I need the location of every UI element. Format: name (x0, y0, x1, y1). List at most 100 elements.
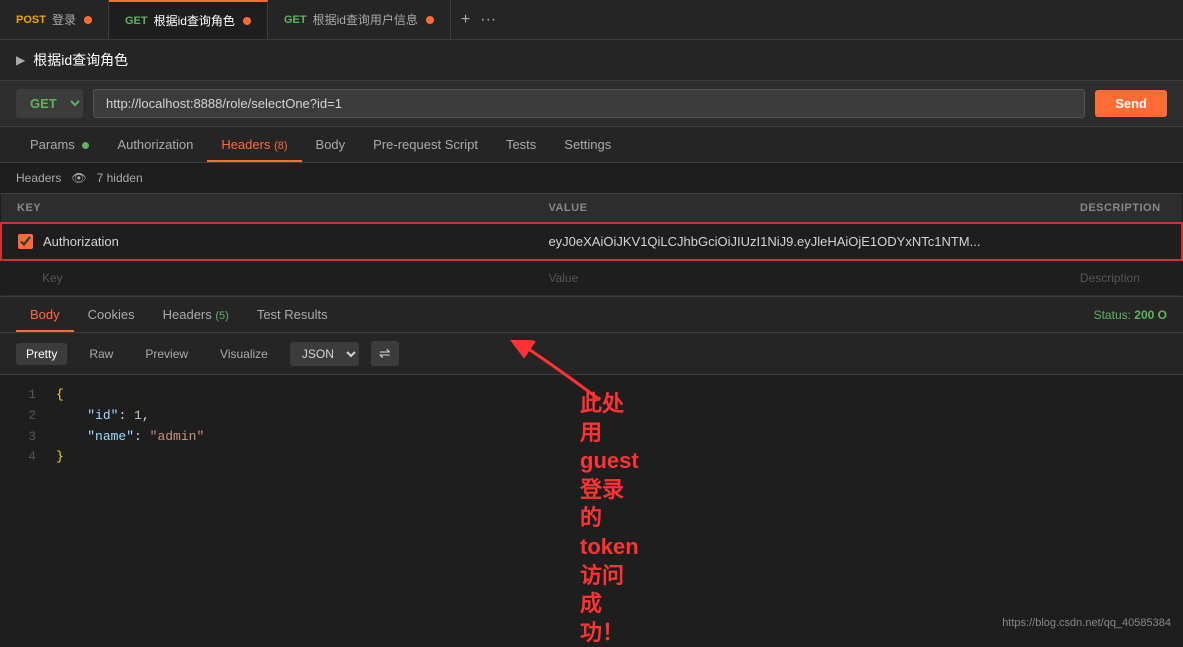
response-body-label: Body (30, 307, 60, 322)
tab-actions: + ··· (451, 11, 506, 29)
response-status: Status: 200 O (1094, 308, 1167, 322)
tab-pre-request[interactable]: Pre-request Script (359, 127, 492, 162)
auth-value-text: eyJ0eXAiOiJKV1QiLCJhbGciOiJIUzI1NiJ9.eyJ… (548, 234, 980, 249)
chevron-right-icon: ▶ (16, 53, 25, 67)
table-header-row: KEY VALUE DESCRIPTION (1, 194, 1182, 223)
tab-tests-label: Tests (506, 137, 536, 152)
json-content: "id": 1, (56, 406, 150, 427)
headers-table: KEY VALUE DESCRIPTION Authorization eyJ0… (0, 194, 1183, 296)
line-number: 1 (16, 385, 36, 406)
method-label: POST (16, 14, 46, 26)
request-name: 根据id查询角色 (33, 50, 128, 70)
tab-params-label: Params (30, 137, 75, 152)
hidden-count: 7 hidden (97, 171, 143, 185)
json-view: 1 { 2 "id": 1, 3 "name": "admin" 4 } (0, 375, 1183, 478)
auth-desc-cell (1064, 223, 1182, 260)
tab-post-login[interactable]: POST 登录 (0, 0, 109, 39)
response-tab-test-results[interactable]: Test Results (243, 297, 342, 332)
response-tab-cookies[interactable]: Cookies (74, 297, 149, 332)
tab-authorization-label: Authorization (117, 137, 193, 152)
method-select[interactable]: GET (16, 89, 83, 118)
tab-headers-label: Headers (221, 137, 270, 152)
raw-button[interactable]: Raw (79, 343, 123, 365)
wrap-button[interactable]: ⇌ (371, 341, 399, 366)
response-section: Body Cookies Headers (5) Test Results St… (0, 297, 1183, 637)
tab-dot (243, 17, 251, 25)
status-code: 200 O (1134, 308, 1167, 322)
method-label: GET (125, 15, 148, 27)
status-label: Status: (1094, 308, 1131, 322)
json-content: "name": "admin" (56, 427, 204, 448)
pretty-button[interactable]: Pretty (16, 343, 67, 365)
response-headers-badge: (5) (215, 310, 228, 322)
watermark: https://blog.csdn.net/qq_40585384 (1002, 617, 1171, 629)
json-line-3: 3 "name": "admin" (16, 427, 1167, 448)
tab-get-user[interactable]: GET 根据id查询用户信息 (268, 0, 451, 39)
auth-checkbox[interactable] (18, 234, 33, 249)
app-container: POST 登录 GET 根据id查询角色 GET 根据id查询用户信息 + ··… (0, 0, 1183, 637)
more-tabs-button[interactable]: ··· (480, 11, 496, 29)
tab-dot (84, 16, 92, 24)
params-dot (82, 142, 89, 149)
response-tabs-nav: Body Cookies Headers (5) Test Results St… (0, 297, 1183, 333)
line-number: 3 (16, 427, 36, 448)
headers-text: Headers (16, 171, 61, 185)
col-desc-header: DESCRIPTION (1064, 194, 1182, 223)
json-content: } (56, 447, 64, 468)
eye-icon: 👁 (71, 171, 86, 185)
tab-dot (426, 16, 434, 24)
tab-label: 根据id查询用户信息 (313, 11, 418, 28)
json-line-4: 4 } (16, 447, 1167, 468)
tab-body[interactable]: Body (302, 127, 360, 162)
visualize-button[interactable]: Visualize (210, 343, 278, 365)
auth-value-cell: eyJ0eXAiOiJKV1QiLCJhbGciOiJIUzI1NiJ9.eyJ… (532, 223, 1063, 260)
send-button[interactable]: Send (1095, 90, 1167, 117)
col-value-header: VALUE (532, 194, 1063, 223)
placeholder-key-text: Key (42, 271, 63, 285)
col-key-header: KEY (1, 194, 532, 223)
url-input[interactable] (93, 89, 1085, 118)
response-tab-headers[interactable]: Headers (5) (149, 297, 243, 332)
json-content: { (56, 385, 64, 406)
placeholder-desc-cell[interactable]: Description (1064, 260, 1182, 296)
placeholder-value-text: Value (548, 271, 578, 285)
response-cookies-label: Cookies (88, 307, 135, 322)
headers-label-row: Headers 👁 7 hidden (0, 163, 1183, 194)
preview-button[interactable]: Preview (135, 343, 198, 365)
line-number: 2 (16, 406, 36, 427)
placeholder-row: Key Value Description (1, 260, 1182, 296)
tab-pre-request-label: Pre-request Script (373, 137, 478, 152)
response-test-results-label: Test Results (257, 307, 328, 322)
tab-tests[interactable]: Tests (492, 127, 550, 162)
format-bar: Pretty Raw Preview Visualize JSON ⇌ (0, 333, 1183, 375)
tab-settings-label: Settings (564, 137, 611, 152)
tab-bar: POST 登录 GET 根据id查询角色 GET 根据id查询用户信息 + ··… (0, 0, 1183, 40)
url-bar: GET Send (0, 81, 1183, 127)
placeholder-key-cell[interactable]: Key (1, 260, 532, 296)
add-tab-button[interactable]: + (461, 11, 470, 29)
request-tabs-nav: Params Authorization Headers (8) Body Pr… (0, 127, 1183, 163)
json-line-2: 2 "id": 1, (16, 406, 1167, 427)
tab-body-label: Body (316, 137, 346, 152)
headers-section: Headers 👁 7 hidden KEY VALUE DESCRIPTION… (0, 163, 1183, 297)
tab-authorization[interactable]: Authorization (103, 127, 207, 162)
response-headers-label: Headers (163, 307, 212, 322)
tab-settings[interactable]: Settings (550, 127, 625, 162)
line-number: 4 (16, 447, 36, 468)
authorization-row: Authorization eyJ0eXAiOiJKV1QiLCJhbGciOi… (1, 223, 1182, 260)
tab-params[interactable]: Params (16, 127, 103, 162)
response-tab-body[interactable]: Body (16, 297, 74, 332)
tab-headers[interactable]: Headers (8) (207, 127, 301, 162)
format-type-select[interactable]: JSON (290, 342, 359, 366)
placeholder-desc-text: Description (1080, 271, 1140, 285)
tab-label: 登录 (52, 11, 76, 28)
auth-key-cell: Authorization (1, 223, 532, 260)
headers-badge: (8) (274, 140, 287, 152)
placeholder-value-cell[interactable]: Value (532, 260, 1063, 296)
method-label: GET (284, 14, 307, 26)
tab-label: 根据id查询角色 (154, 12, 235, 29)
auth-key-label: Authorization (43, 234, 119, 249)
json-line-1: 1 { (16, 385, 1167, 406)
tab-get-role[interactable]: GET 根据id查询角色 (109, 0, 268, 39)
request-name-bar: ▶ 根据id查询角色 (0, 40, 1183, 81)
